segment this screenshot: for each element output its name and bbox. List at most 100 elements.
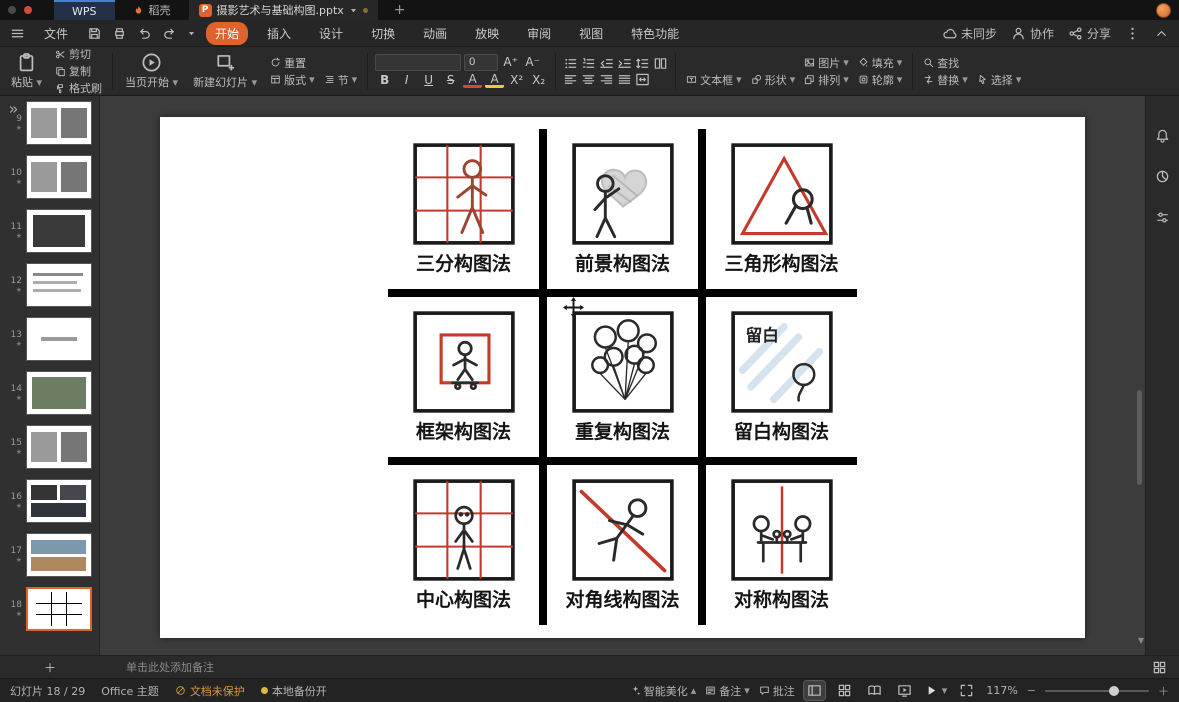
slide-preview[interactable] bbox=[26, 533, 92, 577]
theme-label[interactable]: Office 主题 bbox=[101, 683, 159, 699]
align-left-icon[interactable] bbox=[563, 72, 578, 87]
slide-thumbnail-10[interactable]: 10★ bbox=[0, 150, 99, 204]
tab-home[interactable]: 开始 bbox=[206, 22, 248, 45]
chart-icon[interactable] bbox=[1155, 169, 1170, 184]
increase-font-button[interactable]: A⁺ bbox=[501, 54, 520, 71]
fit-window-button[interactable] bbox=[956, 681, 977, 700]
slide-sorter-view-button[interactable] bbox=[834, 681, 855, 700]
slide-preview[interactable] bbox=[26, 263, 92, 307]
tab-transition[interactable]: 切换 bbox=[362, 22, 404, 45]
tab-wps-home[interactable]: WPS bbox=[54, 0, 115, 20]
composition-card-space[interactable]: 留白留白构图法 bbox=[706, 297, 857, 457]
slide-preview[interactable] bbox=[26, 425, 92, 469]
collapse-ribbon-icon[interactable] bbox=[1154, 26, 1169, 41]
outline-button[interactable]: 轮廓▾ bbox=[855, 72, 906, 88]
italic-button[interactable]: I bbox=[397, 72, 416, 89]
textbox-button[interactable]: 文本框▾ bbox=[683, 72, 745, 88]
slide-thumbnail-17[interactable]: 17★ bbox=[0, 528, 99, 582]
slideshow-button[interactable]: ▾ bbox=[924, 683, 948, 698]
tab-review[interactable]: 审阅 bbox=[518, 22, 560, 45]
highlight-button[interactable]: A bbox=[485, 72, 504, 88]
composition-grid-image[interactable]: 三分构图法前景构图法三角形构图法框架构图法重复构图法留白留白构图法中心构图法对角… bbox=[388, 129, 857, 625]
notes-placeholder[interactable]: 单击此处添加备注 bbox=[100, 659, 214, 675]
undo-icon[interactable] bbox=[137, 26, 152, 41]
slide-preview[interactable] bbox=[26, 155, 92, 199]
notes-toggle-button[interactable]: 备注▾ bbox=[705, 683, 750, 699]
add-slide-button[interactable]: ＋ bbox=[0, 659, 100, 676]
slide-preview[interactable] bbox=[26, 317, 92, 361]
composition-card-triangle[interactable]: 三角形构图法 bbox=[706, 129, 857, 289]
zoom-level[interactable]: 117% bbox=[986, 684, 1017, 697]
align-center-icon[interactable] bbox=[581, 72, 596, 87]
replace-button[interactable]: 替换▾ bbox=[920, 72, 971, 88]
numbered-list-icon[interactable] bbox=[581, 56, 596, 71]
tab-animation[interactable]: 动画 bbox=[414, 22, 456, 45]
format-painter-button[interactable]: 格式刷 bbox=[52, 80, 105, 96]
align-justify-icon[interactable] bbox=[617, 72, 632, 87]
protection-status[interactable]: 文档未保护 bbox=[175, 683, 245, 699]
slide-preview[interactable] bbox=[26, 371, 92, 415]
quickbar-caret-icon[interactable] bbox=[187, 29, 196, 38]
cut-button[interactable]: 剪切 bbox=[52, 46, 105, 62]
scroll-down-icon[interactable]: ▾ bbox=[1138, 633, 1144, 647]
slide-canvas[interactable]: 三分构图法前景构图法三角形构图法框架构图法重复构图法留白留白构图法中心构图法对角… bbox=[160, 117, 1085, 638]
increase-indent-icon[interactable] bbox=[617, 56, 632, 71]
strikethrough-button[interactable]: S bbox=[441, 72, 460, 89]
reading-view-button[interactable] bbox=[864, 681, 885, 700]
tab-insert[interactable]: 插入 bbox=[258, 22, 300, 45]
collaborate-button[interactable]: 协作 bbox=[1011, 25, 1054, 42]
zoom-slider[interactable] bbox=[1045, 690, 1149, 692]
bell-icon[interactable] bbox=[1155, 128, 1170, 143]
font-size-input[interactable] bbox=[464, 54, 498, 71]
zoom-in-button[interactable]: ＋ bbox=[1158, 683, 1169, 699]
fill-button[interactable]: 填充▾ bbox=[855, 55, 906, 71]
redo-icon[interactable] bbox=[162, 26, 177, 41]
normal-view-button[interactable] bbox=[804, 681, 825, 700]
copy-button[interactable]: 复制 bbox=[52, 63, 105, 79]
composition-card-diagonal[interactable]: 对角线构图法 bbox=[547, 465, 698, 625]
sync-status-button[interactable]: 未同步 bbox=[942, 25, 997, 42]
columns-icon[interactable] bbox=[653, 56, 668, 71]
bullet-list-icon[interactable] bbox=[563, 56, 578, 71]
new-slide-button[interactable]: 新建幻灯片 ▾ bbox=[188, 49, 262, 93]
more-options-icon[interactable] bbox=[1125, 26, 1140, 41]
settings-sliders-icon[interactable] bbox=[1155, 210, 1170, 225]
composition-card-repeat[interactable]: 重复构图法 bbox=[547, 297, 698, 457]
arrange-button[interactable]: 排列▾ bbox=[801, 72, 852, 88]
superscript-button[interactable]: X² bbox=[507, 72, 526, 89]
tab-slideshow[interactable]: 放映 bbox=[466, 22, 508, 45]
slide-preview[interactable] bbox=[26, 587, 92, 631]
paste-button[interactable]: 粘贴 ▾ bbox=[6, 49, 47, 93]
slide-thumbnail-9[interactable]: 9★ bbox=[0, 96, 99, 150]
align-right-icon[interactable] bbox=[599, 72, 614, 87]
backup-status[interactable]: 本地备份开 bbox=[261, 683, 327, 699]
new-tab-button[interactable]: + bbox=[386, 2, 414, 18]
tab-view[interactable]: 视图 bbox=[570, 22, 612, 45]
picture-button[interactable]: 图片▾ bbox=[801, 55, 852, 71]
element-gallery-icon[interactable] bbox=[1152, 660, 1167, 675]
menu-file[interactable]: 文件 bbox=[35, 22, 77, 45]
zoom-out-button[interactable]: − bbox=[1027, 684, 1036, 697]
composition-card-symmetry[interactable]: 对称构图法 bbox=[706, 465, 857, 625]
composition-card-center[interactable]: 中心构图法 bbox=[388, 465, 539, 625]
slide-thumbnail-11[interactable]: 11★ bbox=[0, 204, 99, 258]
font-name-input[interactable] bbox=[375, 54, 461, 71]
play-from-current-status-button[interactable] bbox=[894, 681, 915, 700]
slide-thumbnail-14[interactable]: 14★ bbox=[0, 366, 99, 420]
decrease-font-button[interactable]: A⁻ bbox=[523, 54, 542, 71]
user-avatar[interactable] bbox=[1156, 3, 1171, 18]
tab-design[interactable]: 设计 bbox=[310, 22, 352, 45]
reset-button[interactable]: 重置 bbox=[267, 55, 360, 71]
composition-card-frame[interactable]: 框架构图法 bbox=[388, 297, 539, 457]
decrease-indent-icon[interactable] bbox=[599, 56, 614, 71]
slide-thumbnail-16[interactable]: 16★ bbox=[0, 474, 99, 528]
line-spacing-icon[interactable] bbox=[635, 56, 650, 71]
subscript-button[interactable]: X₂ bbox=[529, 72, 548, 89]
tab-special-features[interactable]: 特色功能 bbox=[622, 22, 688, 45]
slide-preview[interactable] bbox=[26, 209, 92, 253]
tab-document[interactable]: P 摄影艺术与基础构图.pptx bbox=[189, 0, 378, 20]
section-button[interactable]: 节▾ bbox=[321, 72, 361, 88]
save-icon[interactable] bbox=[87, 26, 102, 41]
tab-menu-caret-icon[interactable] bbox=[349, 6, 358, 15]
composition-card-foreground[interactable]: 前景构图法 bbox=[547, 129, 698, 289]
